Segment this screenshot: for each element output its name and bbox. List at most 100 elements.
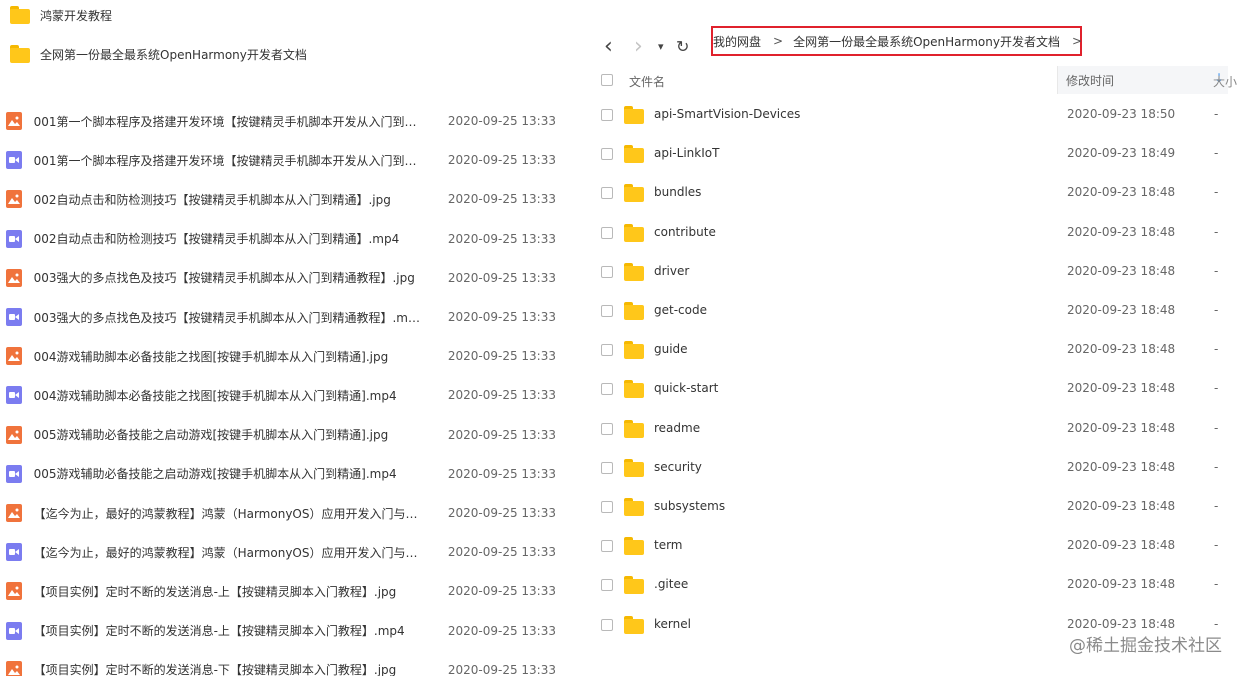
refresh-button[interactable]: ↻: [676, 36, 689, 56]
image-file-icon: [6, 504, 22, 522]
row-checkbox[interactable]: [601, 109, 613, 121]
file-row[interactable]: 002自动点击和防检测技巧【按键精灵手机脚本从入门到精通】.mp4 2020-09…: [6, 227, 556, 251]
file-row[interactable]: 003强大的多点找色及技巧【按键精灵手机脚本从入门到精通教程】.jpg 2020-…: [6, 266, 556, 290]
file-row[interactable]: 003强大的多点找色及技巧【按键精灵手机脚本从入门到精通教程】.mp4 2020-…: [6, 305, 556, 329]
file-row[interactable]: 004游戏辅助脚本必备技能之找图[按键手机脚本从入门到精通].jpg 2020-0…: [6, 344, 556, 368]
folder-size: -: [1214, 577, 1219, 592]
row-checkbox[interactable]: [601, 305, 613, 317]
refresh-icon: ↻: [676, 36, 690, 56]
image-file-icon: [6, 660, 22, 676]
video-file-icon: [6, 229, 22, 248]
forward-button[interactable]: ›: [634, 34, 643, 59]
column-header-name[interactable]: 文件名: [629, 73, 665, 90]
breadcrumb-separator: >: [773, 34, 784, 48]
folder-row[interactable]: get-code 2020-09-23 18:48 -: [590, 296, 1240, 326]
folder-row[interactable]: api-LinkIoT 2020-09-23 18:49 -: [590, 139, 1240, 169]
folder-row[interactable]: quick-start 2020-09-23 18:48 -: [590, 374, 1240, 404]
folder-row[interactable]: contribute 2020-09-23 18:48 -: [590, 218, 1240, 248]
row-checkbox[interactable]: [601, 618, 613, 631]
folder-name: get-code: [654, 303, 707, 317]
folder-name: readme: [654, 420, 701, 435]
image-file-icon: [6, 425, 22, 444]
file-row[interactable]: 002自动点击和防检测技巧【按键精灵手机脚本从入门到精通】.jpg 2020-09…: [6, 187, 556, 211]
file-name: 005游戏辅助必备技能之启动游戏[按键手机脚本从入门到精通].jpg: [33, 428, 389, 443]
file-row[interactable]: 005游戏辅助必备技能之启动游戏[按键手机脚本从入门到精通].jpg 2020-0…: [6, 423, 556, 447]
folder-modified-time: 2020-09-23 18:50: [1067, 107, 1176, 121]
folder-name: .gitee: [654, 577, 689, 592]
file-row[interactable]: 001第一个脚本程序及搭建开发环境【按键精灵手机脚本开发从入门到精通... 202…: [6, 148, 556, 172]
left-file-pane: 鸿蒙开发教程 全网第一份最全最系统OpenHarmony开发者文档 001第一个…: [0, 0, 560, 676]
folder-name: contribute: [654, 224, 716, 239]
column-header-modified-label: 修改时间: [1066, 73, 1115, 88]
row-checkbox[interactable]: [601, 422, 613, 435]
file-row[interactable]: 004游戏辅助脚本必备技能之找图[按键手机脚本从入门到精通].mp4 2020-0…: [6, 383, 556, 407]
breadcrumb-current[interactable]: 全网第一份最全最系统OpenHarmony开发者文档: [793, 33, 1060, 50]
table-header: 文件名 修改时间 ↓ 大小: [590, 66, 1240, 94]
folder-size: -: [1214, 420, 1219, 435]
folder-item[interactable]: 全网第一份最全最系统OpenHarmony开发者文档: [10, 42, 307, 66]
video-file-icon: [6, 621, 22, 640]
file-time: 2020-09-25 13:33: [447, 466, 556, 481]
folder-modified-time: 2020-09-23 18:48: [1067, 538, 1176, 553]
file-name: 001第一个脚本程序及搭建开发环境【按键精灵手机脚本开发从入门到精通...: [33, 153, 423, 168]
folder-modified-time: 2020-09-23 18:48: [1067, 185, 1176, 200]
folder-icon: [624, 419, 644, 438]
file-row[interactable]: 005游戏辅助必备技能之启动游戏[按键手机脚本从入门到精通].mp4 2020-0…: [6, 462, 556, 486]
file-time: 2020-09-25 13:33: [447, 270, 556, 285]
folder-modified-time: 2020-09-23 18:48: [1067, 303, 1176, 317]
watermark: @稀土掘金技术社区: [1069, 636, 1222, 656]
folder-row[interactable]: guide 2020-09-23 18:48 -: [590, 335, 1240, 365]
chevron-down-icon: ▾: [658, 39, 664, 53]
row-checkbox[interactable]: [601, 226, 613, 239]
file-time: 2020-09-25 13:33: [447, 506, 556, 520]
file-name: 004游戏辅助脚本必备技能之找图[按键手机脚本从入门到精通].jpg: [33, 349, 389, 364]
folder-row[interactable]: term 2020-09-23 18:48 -: [590, 531, 1240, 561]
file-name: 【项目实例】定时不断的发送消息-上【按键精灵脚本入门教程】.jpg: [33, 584, 397, 599]
back-icon: ‹: [604, 33, 613, 59]
video-file-icon: [6, 151, 22, 170]
folder-name: subsystems: [654, 499, 726, 513]
folder-item[interactable]: 鸿蒙开发教程: [10, 3, 112, 27]
row-checkbox[interactable]: [601, 344, 613, 357]
folder-row[interactable]: security 2020-09-23 18:48 -: [590, 453, 1240, 483]
file-time: 2020-09-25 13:33: [447, 231, 556, 246]
file-row[interactable]: 【项目实例】定时不断的发送消息-上【按键精灵脚本入门教程】.jpg 2020-09…: [6, 579, 556, 603]
row-checkbox[interactable]: [601, 501, 613, 513]
file-row[interactable]: 【迄今为止，最好的鸿蒙教程】鸿蒙（HarmonyOS）应用开发入门与实践... 2…: [6, 501, 556, 525]
breadcrumb: 我的网盘 > 全网第一份最全最系统OpenHarmony开发者文档 >: [711, 26, 1082, 56]
folder-icon: [624, 184, 644, 203]
folder-row[interactable]: bundles 2020-09-23 18:48 -: [590, 178, 1240, 208]
row-checkbox[interactable]: [601, 148, 613, 161]
history-dropdown-button[interactable]: ▾: [658, 36, 664, 56]
folder-row[interactable]: api-SmartVision-Devices 2020-09-23 18:50 -: [590, 100, 1240, 130]
folder-icon: [10, 6, 30, 24]
folder-modified-time: 2020-09-23 18:48: [1067, 224, 1176, 239]
row-checkbox[interactable]: [601, 461, 613, 474]
file-row[interactable]: 【迄今为止，最好的鸿蒙教程】鸿蒙（HarmonyOS）应用开发入门与实践... 2…: [6, 540, 556, 564]
folder-modified-time: 2020-09-23 18:48: [1067, 616, 1176, 631]
folder-icon: [624, 145, 644, 164]
row-checkbox[interactable]: [601, 383, 613, 396]
column-header-size[interactable]: 大小: [1213, 73, 1237, 90]
folder-size: -: [1214, 342, 1219, 357]
file-row[interactable]: 001第一个脚本程序及搭建开发环境【按键精灵手机脚本开发从入门到精通... 202…: [6, 109, 556, 133]
folder-size: -: [1214, 107, 1219, 121]
row-checkbox[interactable]: [601, 579, 613, 592]
row-checkbox[interactable]: [601, 265, 613, 278]
image-file-icon: [6, 268, 22, 287]
column-header-modified[interactable]: 修改时间 ↓: [1058, 66, 1228, 94]
file-row[interactable]: 【项目实例】定时不断的发送消息-下【按键精灵脚本入门教程】.jpg 2020-09…: [6, 658, 556, 676]
folder-row[interactable]: subsystems 2020-09-23 18:48 -: [590, 492, 1240, 522]
back-button[interactable]: ‹: [604, 33, 613, 59]
folder-row[interactable]: driver 2020-09-23 18:48 -: [590, 257, 1240, 287]
file-row[interactable]: 【项目实例】定时不断的发送消息-上【按键精灵脚本入门教程】.mp4 2020-09…: [6, 619, 556, 643]
breadcrumb-root[interactable]: 我的网盘: [713, 33, 761, 50]
select-all-checkbox[interactable]: [601, 74, 613, 86]
row-checkbox[interactable]: [601, 540, 613, 553]
row-checkbox[interactable]: [601, 187, 613, 200]
folder-name: 全网第一份最全最系统OpenHarmony开发者文档: [40, 47, 307, 62]
file-name: 【迄今为止，最好的鸿蒙教程】鸿蒙（HarmonyOS）应用开发入门与实践...: [33, 545, 423, 560]
image-file-icon: [6, 582, 22, 601]
folder-row[interactable]: readme 2020-09-23 18:48 -: [590, 414, 1240, 444]
folder-row[interactable]: .gitee 2020-09-23 18:48 -: [590, 570, 1240, 600]
